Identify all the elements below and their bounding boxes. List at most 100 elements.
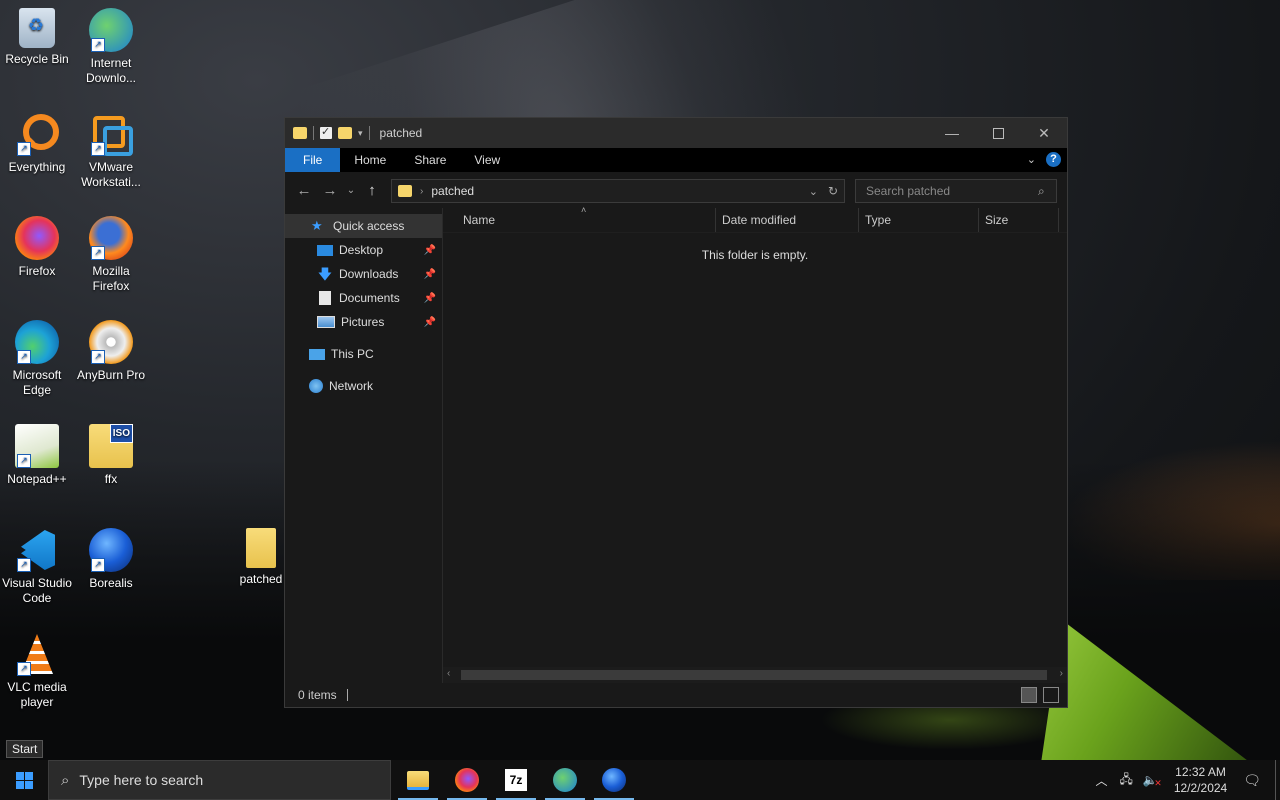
window-titlebar[interactable]: ▾ patched — ✕	[285, 118, 1067, 148]
anyburn-disc-icon: ↗	[89, 320, 133, 364]
navigation-pane: ★ Quick access Desktop 📌 🡇 Downloads 📌 D…	[285, 208, 443, 683]
scrollbar-thumb[interactable]	[461, 670, 1047, 680]
desktop-icon-notepad-plus-plus[interactable]: ↗ Notepad++	[0, 424, 74, 487]
edge-icon: ↗	[15, 320, 59, 364]
desktop-icon-visual-studio-code[interactable]: ↗ Visual Studio Code	[0, 528, 74, 606]
notepad-plus-plus-icon: ↗	[15, 424, 59, 468]
close-button[interactable]: ✕	[1021, 118, 1067, 148]
details-view-button[interactable]	[1021, 687, 1037, 703]
search-input[interactable]	[864, 183, 1038, 199]
column-header-date-modified[interactable]: Date modified	[716, 208, 859, 232]
address-dropdown-chevron-icon[interactable]: ⌄	[809, 185, 818, 198]
breadcrumb-chevron-icon[interactable]: ›	[420, 186, 423, 197]
tab-view[interactable]: View	[460, 148, 514, 172]
scroll-right-arrow-icon[interactable]: ›	[1060, 668, 1063, 679]
horizontal-scrollbar[interactable]: ‹ ›	[443, 667, 1067, 683]
taskbar-app-file-explorer[interactable]	[394, 760, 442, 800]
notification-center-icon[interactable]: 🗨	[1243, 772, 1261, 789]
refresh-icon[interactable]: ↻	[828, 184, 838, 198]
everything-search-icon: ↗	[15, 112, 59, 156]
quick-access-toolbar-dropdown-icon[interactable]: ▾	[358, 128, 363, 139]
help-icon[interactable]: ?	[1046, 152, 1061, 167]
tab-share[interactable]: Share	[400, 148, 460, 172]
desktop-icon-ffx[interactable]: ISO ffx	[74, 424, 148, 487]
shortcut-arrow-icon: ↗	[17, 142, 31, 156]
network-status-icon[interactable]: 🖧	[1119, 770, 1132, 791]
firefox-icon	[15, 216, 59, 260]
column-header-size[interactable]: Size	[979, 208, 1059, 232]
desktop-icon-mozilla-firefox[interactable]: ↗ Mozilla Firefox	[74, 216, 148, 294]
nav-item-pictures[interactable]: Pictures 📌	[285, 310, 442, 334]
network-icon	[309, 379, 323, 393]
search-box[interactable]: ⌕	[855, 179, 1057, 203]
desktop-icon-firefox[interactable]: Firefox	[0, 216, 74, 279]
vscode-icon: ↗	[15, 528, 59, 572]
start-button[interactable]	[0, 760, 48, 800]
pin-icon[interactable]: 📌	[424, 269, 436, 280]
desktop-icon-recycle-bin[interactable]: ♻ Recycle Bin	[0, 8, 74, 67]
minimize-button[interactable]: —	[929, 118, 975, 148]
properties-icon[interactable]	[320, 125, 332, 139]
empty-folder-message: This folder is empty.	[701, 248, 809, 262]
tab-home[interactable]: Home	[340, 148, 400, 172]
clock-date: 12/2/2024	[1173, 781, 1228, 795]
vmware-icon: ↗	[89, 112, 133, 156]
show-desktop-button[interactable]	[1275, 760, 1280, 800]
status-bar: 0 items	[285, 683, 1067, 707]
volume-muted-icon[interactable]: 🔈 ✕	[1143, 773, 1162, 788]
clock[interactable]: 12:32 AM 12/2/2024	[1174, 764, 1227, 796]
document-icon	[319, 291, 331, 305]
column-header-type[interactable]: Type	[859, 208, 979, 232]
column-headers: Name ˄ Date modified Type Size	[443, 205, 1067, 233]
large-icons-view-button[interactable]	[1043, 687, 1059, 703]
system-tray: ︿ 🖧 🔈 ✕ 12:32 AM 12/2/2024 🗨	[1095, 760, 1280, 800]
taskbar-search-placeholder: Type here to search	[79, 772, 204, 788]
taskbar-app-7zip[interactable]: 7z	[492, 760, 540, 800]
tab-file[interactable]: File	[285, 148, 341, 172]
arrow-up-icon: ↑	[368, 181, 376, 199]
recent-locations-button[interactable]: ⌄	[343, 185, 359, 196]
desktop-icon-microsoft-edge[interactable]: ↗ Microsoft Edge	[0, 320, 74, 398]
divider	[313, 126, 314, 140]
scroll-left-arrow-icon[interactable]: ‹	[447, 668, 450, 679]
nav-item-network[interactable]: Network	[285, 374, 442, 398]
address-bar[interactable]: › patched ⌄ ↻	[391, 179, 845, 203]
maximize-button[interactable]	[975, 118, 1021, 148]
desktop-icon-internet-download-manager[interactable]: ↗ Internet Downlo...	[74, 8, 148, 86]
desktop-icon-everything[interactable]: ↗ Everything	[0, 112, 74, 175]
desktop-icon-vmware-workstation[interactable]: ↗ VMware Workstati...	[74, 112, 148, 190]
pin-icon[interactable]: 📌	[424, 317, 436, 328]
expand-ribbon-chevron-icon[interactable]: ⌄	[1027, 153, 1036, 166]
nav-item-this-pc[interactable]: This PC	[285, 342, 442, 366]
nav-item-desktop[interactable]: Desktop 📌	[285, 238, 442, 262]
column-header-name[interactable]: Name ˄	[443, 205, 716, 232]
desktop-icon-anyburn-pro[interactable]: ↗ AnyBurn Pro	[74, 320, 148, 383]
desktop-icon-borealis[interactable]: ↗ Borealis	[74, 528, 148, 591]
taskbar-app-firefox[interactable]	[443, 760, 491, 800]
up-button[interactable]: ↑	[359, 182, 385, 199]
taskbar-search-box[interactable]: ⌕ Type here to search	[48, 760, 391, 800]
pin-icon[interactable]: 📌	[424, 293, 436, 304]
forward-button[interactable]: →	[317, 182, 343, 199]
new-folder-icon[interactable]	[338, 127, 352, 139]
divider	[346, 689, 348, 701]
back-button[interactable]: ←	[291, 182, 317, 199]
arrow-left-icon: ←	[296, 181, 312, 199]
taskbar-app-borealis[interactable]	[590, 760, 638, 800]
pin-icon[interactable]: 📌	[424, 245, 436, 256]
sort-ascending-icon: ˄	[581, 205, 587, 215]
internet-download-manager-icon: ↗	[89, 8, 133, 52]
folder-icon	[398, 185, 412, 197]
show-hidden-icons-chevron-icon[interactable]: ︿	[1095, 772, 1107, 789]
shortcut-arrow-icon: ↗	[17, 454, 31, 468]
breadcrumb-patched[interactable]: patched	[431, 184, 474, 198]
nav-item-documents[interactable]: Documents 📌	[285, 286, 442, 310]
nav-item-quick-access[interactable]: ★ Quick access	[285, 214, 442, 238]
desktop-icon-vlc-media-player[interactable]: ↗ VLC media player	[0, 632, 74, 710]
minimize-icon: —	[945, 125, 959, 141]
star-icon: ★	[311, 218, 323, 233]
search-icon: ⌕	[1038, 183, 1045, 198]
taskbar-app-internet-download-manager[interactable]	[541, 760, 589, 800]
seven-zip-icon: 7z	[505, 769, 527, 791]
nav-item-downloads[interactable]: 🡇 Downloads 📌	[285, 262, 442, 286]
